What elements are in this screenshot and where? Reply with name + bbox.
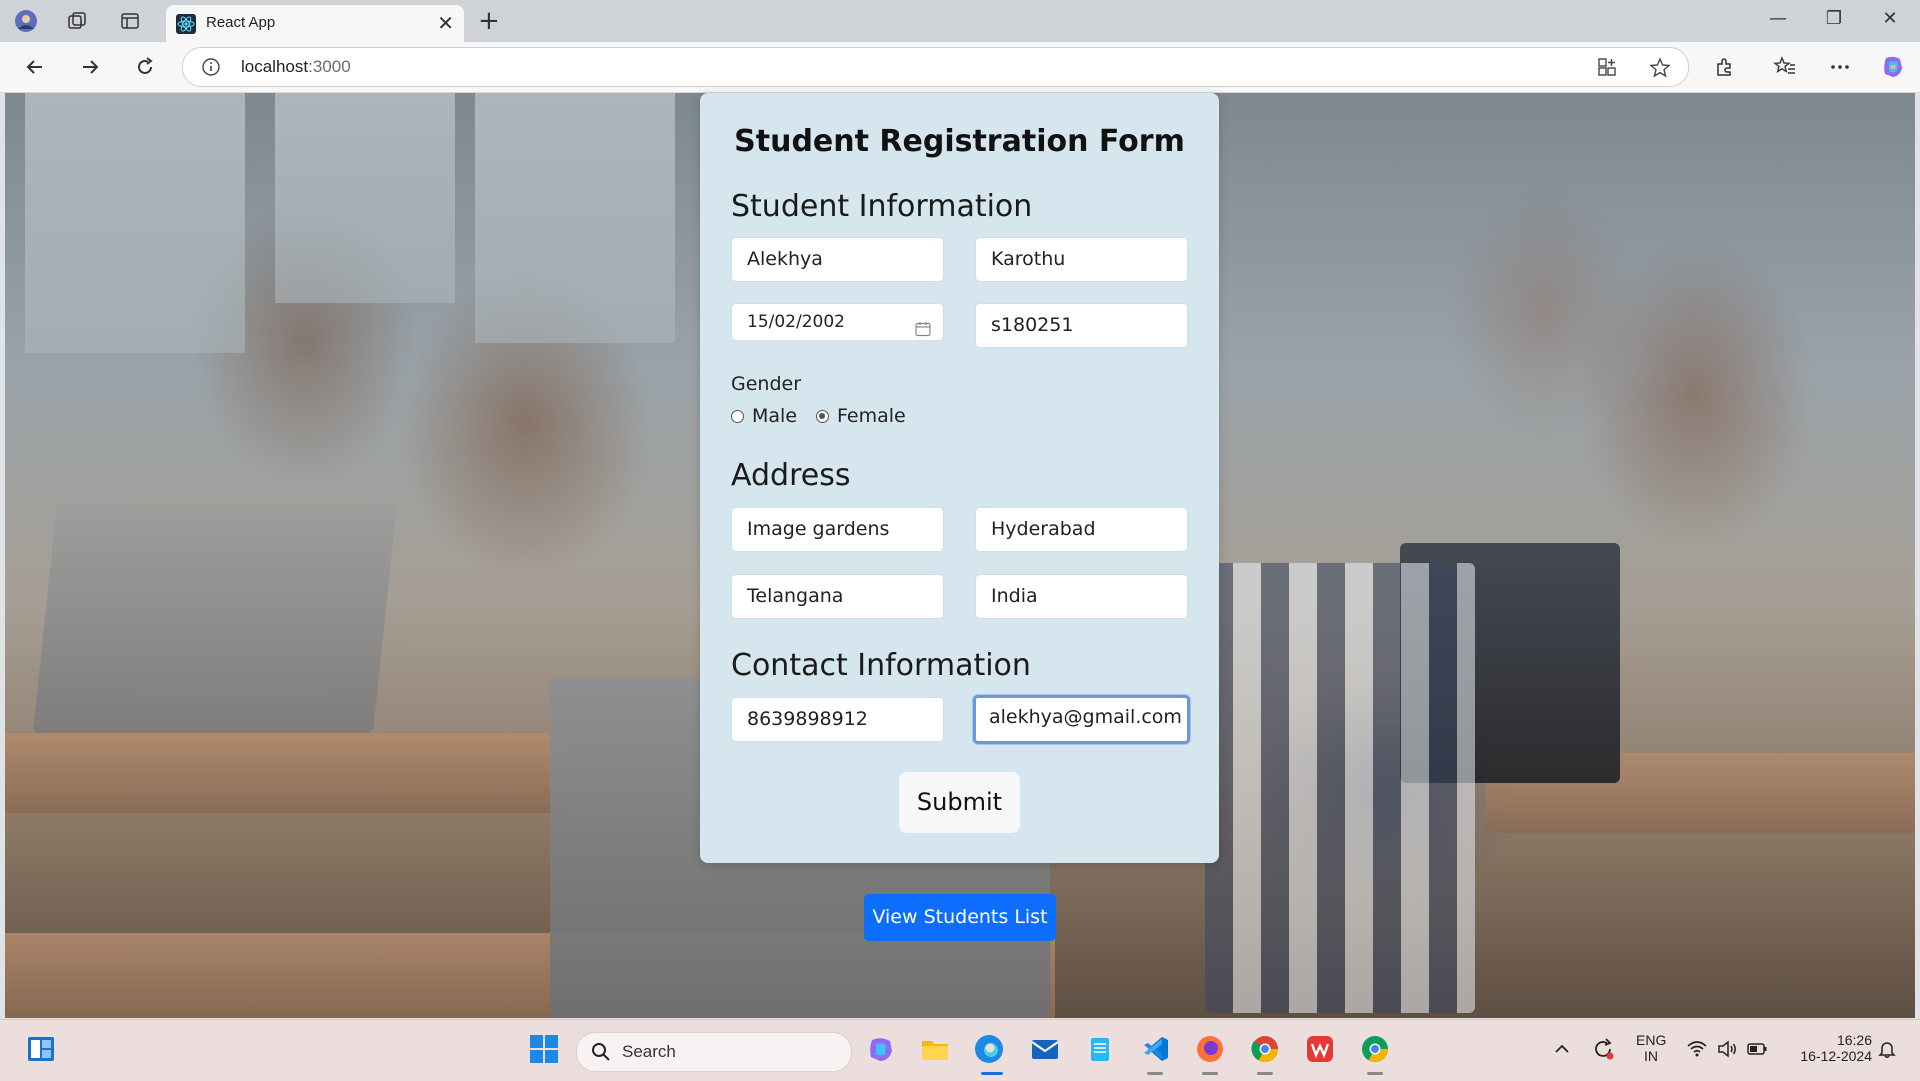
profile-icon[interactable] [14, 9, 38, 33]
notepad-icon[interactable] [1083, 1032, 1117, 1066]
restore-icon[interactable]: ❐ [1820, 8, 1848, 29]
taskbar: Search ENG IN 16:26 16-12-2024 [0, 1019, 1920, 1081]
favorites-icon[interactable] [1770, 52, 1800, 82]
favorite-star-icon[interactable] [1649, 57, 1671, 83]
minimize-icon[interactable]: — [1764, 8, 1792, 29]
back-icon[interactable] [20, 52, 50, 82]
gender-option-label: Male [752, 405, 798, 427]
volume-icon[interactable] [1710, 1032, 1744, 1066]
search-icon [591, 1042, 611, 1066]
radio-button-selected[interactable] [816, 409, 829, 423]
bell-icon[interactable] [1870, 1032, 1904, 1066]
url-text[interactable]: localhost:3000 [241, 57, 351, 77]
radio-button[interactable] [731, 409, 744, 423]
running-indicator [1367, 1072, 1383, 1075]
first-name-input[interactable]: Alekhya [731, 237, 944, 282]
refresh-sync-icon[interactable] [1586, 1032, 1620, 1066]
chevron-up-icon[interactable] [1545, 1032, 1579, 1066]
last-name-input[interactable]: Karothu [975, 237, 1188, 282]
wps-icon[interactable] [1303, 1032, 1337, 1066]
dob-value: 15/02/2002 [747, 312, 845, 332]
close-icon[interactable]: ✕ [437, 11, 454, 35]
student-id-input[interactable]: s180251 [975, 303, 1188, 348]
active-indicator [981, 1072, 1003, 1075]
phone-input[interactable]: 8639898912 [731, 697, 944, 742]
react-icon [176, 14, 196, 34]
gender-option-label: Female [837, 405, 906, 427]
windows-start-icon[interactable] [527, 1032, 561, 1066]
street-input[interactable]: Image gardens [731, 507, 944, 552]
clock[interactable]: 16:26 16-12-2024 [1782, 1032, 1872, 1064]
collections-icon[interactable] [65, 9, 89, 33]
running-indicator [1202, 1072, 1218, 1075]
clock-time: 16:26 [1836, 1032, 1872, 1048]
email-input[interactable]: alekhya@gmail.com [973, 695, 1190, 744]
gender-radio-female[interactable]: Female [816, 405, 906, 427]
tab-actions-icon[interactable] [118, 9, 142, 33]
forward-icon[interactable] [75, 52, 105, 82]
mail-icon[interactable] [1028, 1032, 1062, 1066]
running-indicator [1147, 1072, 1163, 1075]
gender-label: Gender [731, 373, 802, 395]
taskbar-search[interactable]: Search [576, 1032, 852, 1072]
language-indicator[interactable]: ENG IN [1636, 1032, 1666, 1064]
battery-icon[interactable] [1740, 1032, 1774, 1066]
gender-radio-male[interactable]: Male [731, 405, 797, 427]
view-students-list-button[interactable]: View Students List [864, 894, 1056, 941]
vscode-icon[interactable] [1138, 1032, 1172, 1066]
city-input[interactable]: Hyderabad [975, 507, 1188, 552]
search-label: Search [622, 1042, 676, 1061]
tab-title: React App [206, 14, 276, 31]
edge-icon[interactable] [972, 1032, 1006, 1066]
plus-icon[interactable]: + [478, 6, 500, 36]
country-input[interactable]: India [975, 574, 1188, 619]
extensions-icon[interactable] [1710, 52, 1740, 82]
browser-tab[interactable]: React App ✕ [166, 5, 464, 42]
wifi-icon[interactable] [1680, 1032, 1714, 1066]
calendar-icon[interactable] [915, 314, 931, 350]
copilot-taskbar-icon[interactable] [864, 1032, 898, 1066]
address-bar[interactable]: localhost:3000 [182, 47, 1689, 87]
dob-input[interactable]: 15/02/2002 [731, 303, 944, 341]
clock-date: 16-12-2024 [1800, 1048, 1872, 1064]
running-indicator [1257, 1072, 1273, 1075]
navigation-bar: localhost:3000 [0, 42, 1920, 93]
registration-form: Student Registration Form Student Inform… [700, 93, 1219, 863]
file-explorer-icon[interactable] [918, 1032, 952, 1066]
section-student-information: Student Information [731, 189, 1033, 224]
chrome-icon[interactable] [1248, 1032, 1282, 1066]
firefox-icon[interactable] [1193, 1032, 1227, 1066]
language-code: ENG [1636, 1032, 1667, 1048]
more-icon[interactable] [1825, 52, 1855, 82]
info-icon[interactable] [201, 57, 221, 81]
state-input[interactable]: Telangana [731, 574, 944, 619]
refresh-icon[interactable] [130, 52, 160, 82]
form-title: Student Registration Form [734, 124, 1185, 159]
language-region: IN [1644, 1048, 1658, 1064]
chrome-profile-icon[interactable] [1358, 1032, 1392, 1066]
section-contact-information: Contact Information [731, 648, 1031, 683]
submit-button[interactable]: Submit [899, 772, 1020, 833]
copilot-icon[interactable] [1878, 52, 1908, 82]
widgets-icon[interactable] [24, 1032, 58, 1066]
app-available-icon[interactable] [1597, 57, 1617, 81]
section-address: Address [731, 458, 851, 493]
title-bar: React App ✕ + — ❐ ✕ [0, 0, 1920, 42]
close-window-icon[interactable]: ✕ [1876, 8, 1904, 29]
